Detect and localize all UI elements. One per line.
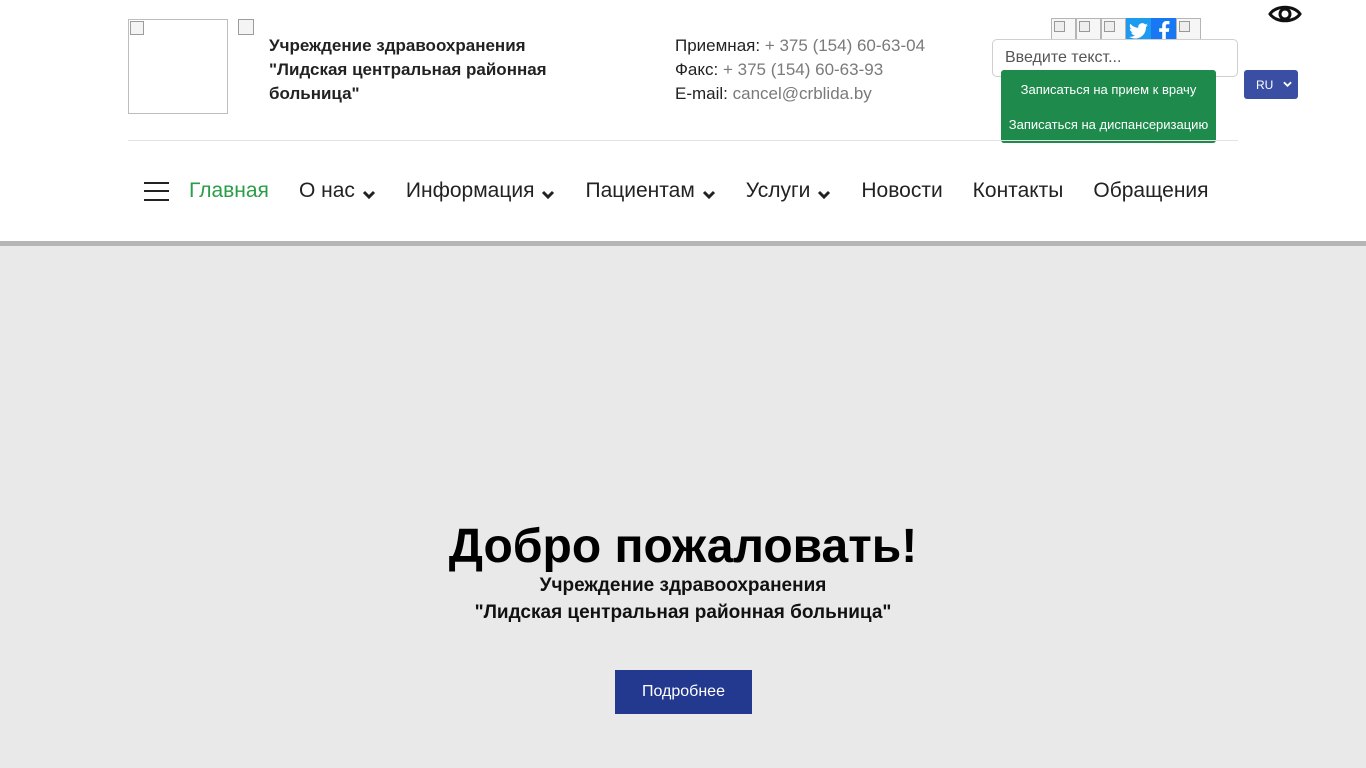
logo-image[interactable] [128, 19, 228, 114]
header-divider [128, 140, 1238, 141]
nav-item-appeals[interactable]: Обращения [1093, 179, 1208, 203]
nav-item-news[interactable]: Новости [861, 179, 942, 203]
emblem-image [238, 19, 254, 35]
reception-row: Приемная: + 375 (154) 60-63-04 [675, 34, 925, 58]
email-row: E-mail: cancel@crblida.by [675, 82, 925, 106]
nav-item-services[interactable]: Услуги [746, 179, 832, 203]
nav-item-label: О нас [298, 179, 355, 202]
hero-subtitle: Учреждение здравоохранения "Лидская цент… [474, 575, 892, 623]
nav-item-label: Обращения [1093, 179, 1209, 202]
fax-label: Факс: [675, 60, 719, 79]
appointment-doctor-label: Записаться на прием к врачу [1020, 82, 1197, 97]
appointment-dispensary-label: Записаться на диспансеризацию [1008, 117, 1209, 132]
eye-icon[interactable] [1268, 3, 1302, 25]
nav-item-label: Главная [189, 179, 269, 202]
nav-item-label: Услуги [745, 179, 811, 202]
chevron-down-icon [1283, 79, 1292, 90]
broken-image-icon [130, 21, 144, 35]
main-nav: Главная О нас Информация Пациентам Услуг… [144, 172, 1209, 210]
appointment-button[interactable]: Записаться на прием к врачу Записаться н… [1001, 70, 1216, 143]
nav-item-about[interactable]: О нас [299, 179, 376, 203]
org-name: Учреждение здравоохранения "Лидская цент… [269, 36, 547, 103]
nav-item-patients[interactable]: Пациентам [585, 179, 715, 203]
fax-phone-link[interactable]: + 375 (154) 60-63-93 [723, 60, 883, 79]
reception-label: Приемная: [675, 36, 761, 55]
more-button[interactable]: Подробнее [615, 670, 752, 714]
fax-row: Факс: + 375 (154) 60-63-93 [675, 58, 925, 82]
chevron-down-icon [702, 184, 716, 200]
site-header: Учреждение здравоохранения "Лидская цент… [0, 0, 1366, 241]
nav-item-label: Контакты [972, 179, 1064, 202]
contacts-block: Приемная: + 375 (154) 60-63-04 Факс: + 3… [675, 34, 925, 106]
hamburger-menu-icon[interactable] [144, 181, 169, 201]
email-link[interactable]: cancel@crblida.by [733, 84, 872, 103]
nav-item-home[interactable]: Главная [189, 179, 269, 203]
email-label: E-mail: [675, 84, 728, 103]
nav-item-label: Новости [861, 179, 943, 202]
language-selected: RU [1256, 77, 1274, 92]
hero-section: Добро пожаловать! Учреждение здравоохран… [0, 246, 1366, 768]
nav-item-information[interactable]: Информация [406, 179, 556, 203]
language-select[interactable]: RU [1244, 70, 1298, 99]
hero-title: Добро пожаловать! [448, 520, 918, 573]
nav-item-label: Информация [405, 179, 535, 202]
reception-phone-link[interactable]: + 375 (154) 60-63-04 [765, 36, 925, 55]
nav-item-contacts[interactable]: Контакты [973, 179, 1064, 203]
chevron-down-icon [362, 184, 376, 200]
chevron-down-icon [541, 184, 555, 200]
nav-item-label: Пациентам [585, 179, 695, 202]
chevron-down-icon [817, 184, 831, 200]
